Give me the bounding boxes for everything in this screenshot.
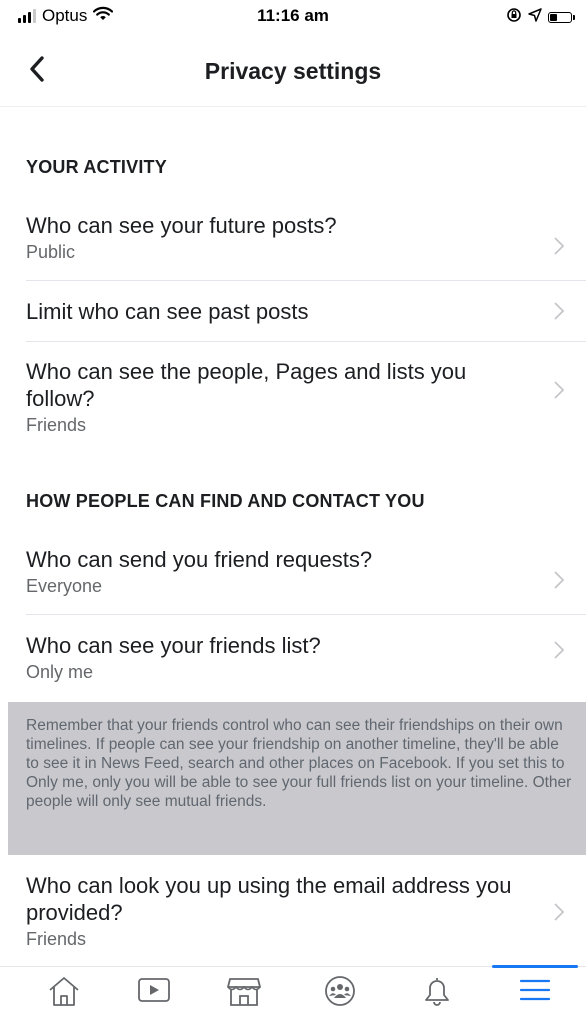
section-header-find-contact: HOW PEOPLE CAN FIND AND CONTACT YOU <box>26 491 425 511</box>
page-title: Privacy settings <box>204 58 382 84</box>
setting-title: Limit who can see past posts <box>26 299 309 324</box>
marketplace-icon <box>227 978 261 1006</box>
status-time: 11:16 am <box>257 6 329 25</box>
setting-friends-list[interactable]: Who can see your friends list? Only me <box>0 615 586 684</box>
setting-value: Only me <box>26 662 94 682</box>
section-header-your-activity: YOUR ACTIVITY <box>26 157 167 177</box>
menu-icon <box>519 979 551 1001</box>
home-icon <box>49 977 79 1006</box>
tab-marketplace[interactable] <box>219 975 269 1011</box>
status-bar: Optus 11:16 am <box>0 0 586 36</box>
settings-list: YOUR ACTIVITY Who can see your future po… <box>0 107 586 684</box>
setting-limit-past-posts[interactable]: Limit who can see past posts <box>0 281 586 341</box>
setting-title: Who can see the people, Pages and lists … <box>26 359 467 411</box>
groups-icon <box>325 976 355 1006</box>
navigation-bar: Privacy settings <box>0 36 586 107</box>
setting-value: Everyone <box>26 576 103 596</box>
tab-notifications[interactable] <box>412 975 462 1011</box>
friends-list-info-note: Remember that your friends control who c… <box>8 702 586 855</box>
setting-future-posts[interactable]: Who can see your future posts? Public <box>0 212 586 280</box>
active-tab-indicator <box>492 965 578 968</box>
chevron-right-icon <box>554 380 565 399</box>
video-icon <box>138 978 170 1002</box>
tab-watch[interactable] <box>129 975 179 1011</box>
chevron-right-icon <box>554 237 565 255</box>
bell-icon <box>425 978 449 1006</box>
setting-title: Who can see your friends list? <box>26 633 321 658</box>
setting-value: Public <box>26 242 76 262</box>
battery-icon <box>548 12 575 23</box>
setting-title: Who can look you up using the email addr… <box>26 873 512 925</box>
tab-home[interactable] <box>39 975 89 1011</box>
chevron-right-icon <box>554 571 565 589</box>
setting-people-pages-lists[interactable]: Who can see the people, Pages and lists … <box>0 342 586 437</box>
tab-groups[interactable] <box>315 975 365 1011</box>
setting-value: Friends <box>26 929 87 949</box>
rotation-lock-icon <box>506 7 522 28</box>
chevron-right-icon <box>554 302 565 320</box>
location-icon <box>528 8 542 27</box>
chevron-right-icon <box>554 902 565 921</box>
setting-friend-requests[interactable]: Who can send you friend requests? Everyo… <box>0 546 586 614</box>
setting-title: Who can send you friend requests? <box>26 547 373 572</box>
setting-lookup-email[interactable]: Who can look you up using the email addr… <box>0 872 586 951</box>
setting-title: Who can see your future posts? <box>26 213 337 238</box>
bottom-tab-bar <box>0 965 586 1011</box>
chevron-right-icon <box>554 640 565 659</box>
tab-menu[interactable] <box>510 975 560 1011</box>
status-right <box>506 7 575 28</box>
setting-value: Friends <box>26 415 87 435</box>
